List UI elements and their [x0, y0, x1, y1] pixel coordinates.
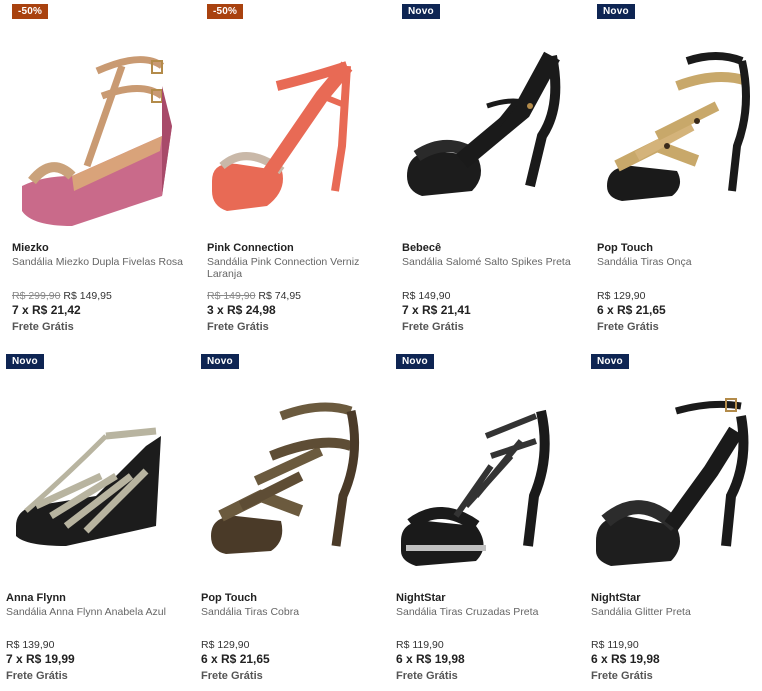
coral-platform-sandal-icon [212, 61, 353, 211]
product-description[interactable]: Sandália Tiras Cruzadas Preta [396, 606, 576, 618]
product-card[interactable]: Novo NightStar Sandália Tiras Cruzadas P… [396, 354, 586, 691]
tan-pink-wedge-sandal-icon [22, 56, 172, 226]
shipping-label: Frete Grátis [12, 321, 74, 333]
product-description[interactable]: Sandália Miezko Dupla Fivelas Rosa [12, 256, 192, 268]
current-price: R$ 129,90 [597, 290, 646, 302]
shipping-label: Frete Grátis [402, 321, 464, 333]
silver-wedge-sandal-icon [16, 427, 161, 546]
product-card[interactable]: Novo Anna Flynn Sandália Anna Flynn Anab… [6, 354, 196, 691]
shipping-label: Frete Grátis [207, 321, 269, 333]
old-price: R$ 149,90 [207, 290, 256, 302]
product-image[interactable] [402, 26, 572, 236]
current-price: R$ 119,90 [396, 639, 444, 651]
new-badge: Novo [597, 4, 635, 19]
product-description[interactable]: Sandália Anna Flynn Anabela Azul [6, 606, 186, 618]
product-brand[interactable]: NightStar [591, 592, 762, 605]
current-price: R$ 129,90 [201, 639, 250, 651]
product-image[interactable] [207, 26, 377, 236]
shipping-label: Frete Grátis [6, 670, 68, 682]
installments: 7 x R$ 19,99 [6, 652, 75, 666]
product-brand[interactable]: Pop Touch [201, 592, 381, 605]
product-description[interactable]: Sandália Glitter Preta [591, 606, 762, 618]
old-price: R$ 299,90 [12, 290, 61, 302]
product-description[interactable]: Sandália Pink Connection Verniz Laranja [207, 256, 387, 280]
black-glitter-sandal-icon [596, 398, 749, 566]
installments: 6 x R$ 19,98 [591, 652, 660, 666]
price-line: R$ 139,90 [6, 639, 186, 651]
black-cross-strap-sandal-icon [401, 409, 550, 566]
installments: 7 x R$ 21,42 [12, 303, 81, 317]
shipping-label: Frete Grátis [201, 670, 263, 682]
discount-badge: -50% [207, 4, 244, 19]
installments: 3 x R$ 24,98 [207, 303, 276, 317]
price-line: R$ 149,90 [402, 290, 582, 302]
new-badge: Novo [6, 354, 44, 369]
product-card[interactable]: Novo NightStar Sandália Glitter Preta R$… [591, 354, 762, 691]
product-image[interactable] [597, 26, 762, 236]
price-line: R$ 129,90 [597, 290, 762, 302]
shipping-label: Frete Grátis [591, 670, 653, 682]
price-line: R$ 299,90 R$ 149,95 [12, 290, 192, 302]
product-card[interactable]: -50% Miezko Sandália Miezko Dupla Fivela… [12, 4, 202, 344]
product-brand[interactable]: Bebecê [402, 242, 582, 255]
product-image[interactable] [12, 26, 182, 236]
product-description[interactable]: Sandália Tiras Cobra [201, 606, 381, 618]
new-badge: Novo [402, 4, 440, 19]
current-price: R$ 74,95 [258, 290, 302, 302]
product-description[interactable]: Sandália Salomé Salto Spikes Preta [402, 256, 582, 268]
current-price: R$ 119,90 [591, 639, 639, 651]
price-line: R$ 149,90 R$ 74,95 [207, 290, 387, 302]
new-badge: Novo [396, 354, 434, 369]
product-image[interactable] [6, 376, 176, 586]
product-brand[interactable]: Pink Connection [207, 242, 387, 255]
leopard-strappy-sandal-icon [607, 52, 750, 201]
current-price: R$ 149,90 [402, 290, 451, 302]
product-description[interactable]: Sandália Tiras Onça [597, 256, 762, 268]
product-grid: -50% Miezko Sandália Miezko Dupla Fivela… [0, 0, 762, 691]
product-image[interactable] [396, 376, 566, 586]
product-brand[interactable]: NightStar [396, 592, 576, 605]
product-card[interactable]: Novo Pop Touch Sandália Tiras Cobra R$ 1… [201, 354, 391, 691]
price-line: R$ 119,90 [591, 639, 762, 651]
snake-strappy-sandal-icon [211, 402, 360, 554]
new-badge: Novo [201, 354, 239, 369]
installments: 7 x R$ 21,41 [402, 303, 471, 317]
product-brand[interactable]: Pop Touch [597, 242, 762, 255]
product-brand[interactable]: Anna Flynn [6, 592, 186, 605]
current-price: R$ 139,90 [6, 639, 55, 651]
product-card[interactable]: Novo Bebecê Sandália Salomé Salto Spikes… [402, 4, 592, 344]
price-line: R$ 129,90 [201, 639, 381, 651]
installments: 6 x R$ 21,65 [597, 303, 666, 317]
installments: 6 x R$ 19,98 [396, 652, 465, 666]
product-card[interactable]: Novo Pop Touch Sandália Tiras Onça R$ 12… [597, 4, 762, 344]
price-line: R$ 119,90 [396, 639, 576, 651]
product-brand[interactable]: Miezko [12, 242, 192, 255]
discount-badge: -50% [12, 4, 49, 19]
installments: 6 x R$ 21,65 [201, 652, 270, 666]
product-image[interactable] [201, 376, 371, 586]
product-image[interactable] [591, 376, 761, 586]
current-price: R$ 149,95 [63, 290, 112, 302]
product-card[interactable]: -50% Pink Connection Sandália Pink Conne… [207, 4, 397, 344]
shipping-label: Frete Grátis [597, 321, 659, 333]
black-tstrap-sandal-icon [407, 51, 561, 196]
shipping-label: Frete Grátis [396, 670, 458, 682]
new-badge: Novo [591, 354, 629, 369]
